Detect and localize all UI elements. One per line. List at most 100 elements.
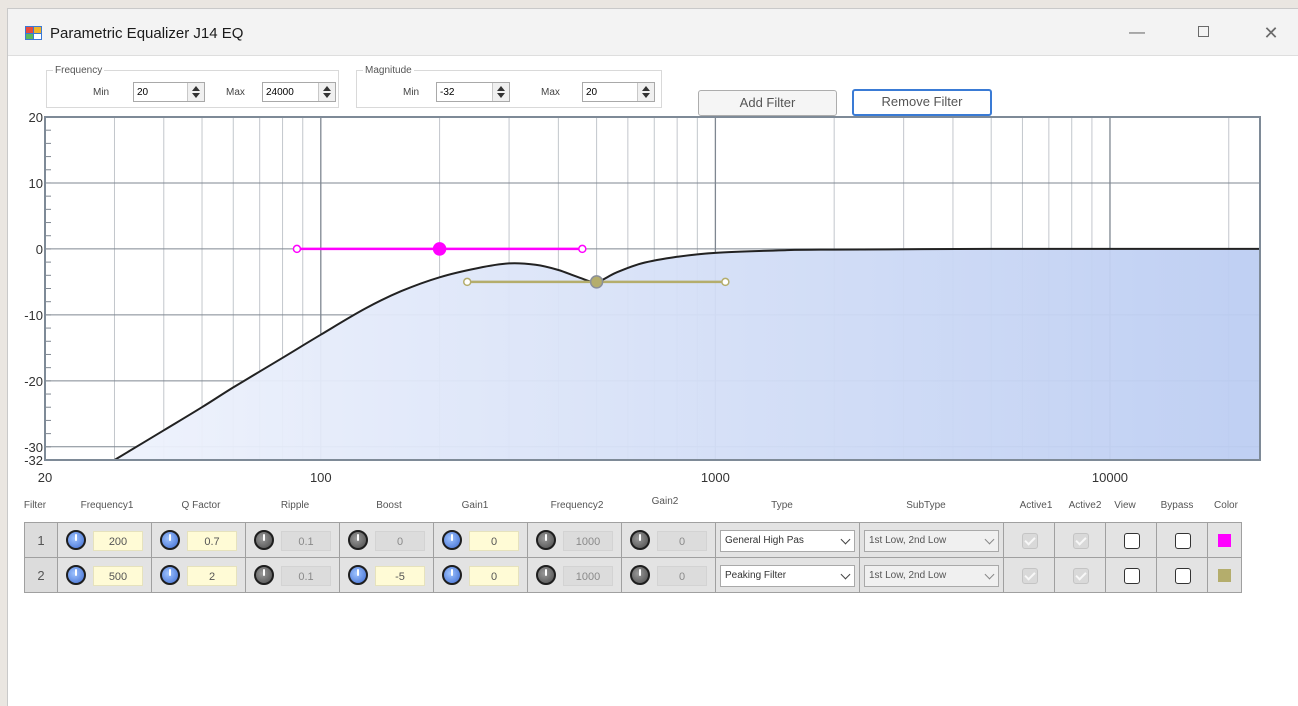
knob-icon[interactable] bbox=[160, 530, 180, 550]
x-tick-label: 20 bbox=[38, 470, 52, 485]
q-factor-value[interactable]: 0.7 bbox=[187, 531, 237, 551]
view-checkbox[interactable] bbox=[1124, 533, 1140, 549]
type-select[interactable]: General High Pas bbox=[720, 530, 855, 552]
active1-cell bbox=[1003, 557, 1055, 593]
boost-cell[interactable]: -5 bbox=[339, 557, 434, 593]
knob-icon[interactable] bbox=[348, 565, 368, 585]
active2-cell bbox=[1054, 557, 1106, 593]
y-tick-label: 10 bbox=[29, 176, 43, 191]
gain2-cell: 0 bbox=[621, 522, 716, 558]
color-swatch[interactable] bbox=[1218, 534, 1231, 547]
active1-checkbox bbox=[1022, 568, 1038, 584]
col-header-color: Color bbox=[1214, 500, 1238, 511]
gain1-value[interactable]: 0 bbox=[469, 566, 519, 586]
table-row[interactable]: 2 500 2 0.1 -5 0 1000 0 Peaking Filter 1… bbox=[24, 557, 1242, 593]
type-cell[interactable]: Peaking Filter bbox=[715, 557, 860, 593]
boost-value: 0 bbox=[375, 531, 425, 551]
frequency2-value: 1000 bbox=[563, 531, 613, 551]
knob-icon bbox=[630, 530, 650, 550]
frequency1-cell[interactable]: 500 bbox=[57, 557, 152, 593]
ripple-cell: 0.1 bbox=[245, 557, 340, 593]
col-header-boost: Boost bbox=[376, 500, 402, 511]
row-number: 2 bbox=[24, 557, 58, 593]
active2-checkbox bbox=[1073, 568, 1089, 584]
col-header-gain1: Gain1 bbox=[461, 500, 489, 511]
frequency2-cell: 1000 bbox=[527, 522, 622, 558]
bypass-checkbox[interactable] bbox=[1175, 533, 1191, 549]
y-tick-label: -32 bbox=[24, 453, 43, 468]
subtype-select-value: 1st Low, 2nd Low bbox=[869, 570, 947, 581]
knob-icon bbox=[348, 530, 368, 550]
active1-checkbox bbox=[1022, 533, 1038, 549]
gain2-cell: 0 bbox=[621, 557, 716, 593]
color-cell[interactable] bbox=[1207, 522, 1242, 558]
y-tick-label: -20 bbox=[24, 374, 43, 389]
q-factor-cell[interactable]: 0.7 bbox=[151, 522, 246, 558]
table-row[interactable]: 1 200 0.7 0.1 0 0 1000 0 General High Pa… bbox=[24, 522, 1242, 558]
knob-icon[interactable] bbox=[66, 530, 86, 550]
color-cell[interactable] bbox=[1207, 557, 1242, 593]
subtype-select: 1st Low, 2nd Low bbox=[864, 565, 999, 587]
color-swatch[interactable] bbox=[1218, 569, 1231, 582]
type-select[interactable]: Peaking Filter bbox=[720, 565, 855, 587]
knob-icon[interactable] bbox=[442, 565, 462, 585]
bandwidth-handle bbox=[721, 277, 730, 287]
boost-cell: 0 bbox=[339, 522, 434, 558]
boost-value[interactable]: -5 bbox=[375, 566, 425, 586]
subtype-select: 1st Low, 2nd Low bbox=[864, 530, 999, 552]
q-factor-cell[interactable]: 2 bbox=[151, 557, 246, 593]
frequency2-value: 1000 bbox=[563, 566, 613, 586]
app-window: Parametric Equalizer J14 EQ — ✕ Frequenc… bbox=[7, 8, 1298, 706]
gain1-cell[interactable]: 0 bbox=[433, 557, 528, 593]
col-header-type: Type bbox=[771, 500, 793, 511]
knob-icon[interactable] bbox=[442, 530, 462, 550]
gain2-value: 0 bbox=[657, 566, 707, 586]
col-header-subtype: SubType bbox=[906, 500, 946, 511]
col-header-ripple: Ripple bbox=[280, 500, 310, 511]
gain1-value[interactable]: 0 bbox=[469, 531, 519, 551]
x-tick-label: 10000 bbox=[1092, 470, 1128, 485]
filter-center-handle bbox=[432, 242, 447, 256]
row-number: 1 bbox=[24, 522, 58, 558]
subtype-select-value: 1st Low, 2nd Low bbox=[869, 535, 947, 546]
view-cell[interactable] bbox=[1105, 557, 1157, 593]
eq-chart[interactable]: 20100-10-20-30-3220 100 1000 10000 bbox=[8, 9, 1298, 489]
chevron-down-icon bbox=[984, 534, 995, 545]
chevron-down-icon bbox=[840, 534, 851, 545]
active1-cell bbox=[1003, 522, 1055, 558]
view-cell[interactable] bbox=[1105, 522, 1157, 558]
bypass-checkbox[interactable] bbox=[1175, 568, 1191, 584]
q-factor-value[interactable]: 2 bbox=[187, 566, 237, 586]
active2-checkbox bbox=[1073, 533, 1089, 549]
frequency1-value[interactable]: 200 bbox=[93, 531, 143, 551]
type-select-value: General High Pas bbox=[725, 535, 804, 546]
subtype-cell: 1st Low, 2nd Low bbox=[859, 522, 1004, 558]
filter-table: 1 200 0.7 0.1 0 0 1000 0 General High Pa… bbox=[24, 522, 1242, 593]
chevron-down-icon bbox=[984, 569, 995, 580]
bypass-cell[interactable] bbox=[1156, 522, 1208, 558]
col-header-active1: Active1 bbox=[1019, 500, 1053, 511]
col-header-frequency1: Frequency1 bbox=[80, 500, 134, 511]
knob-icon bbox=[630, 565, 650, 585]
knob-icon[interactable] bbox=[66, 565, 86, 585]
ripple-value: 0.1 bbox=[281, 531, 331, 551]
bandwidth-handle bbox=[292, 244, 302, 254]
ripple-cell: 0.1 bbox=[245, 522, 340, 558]
frequency2-cell: 1000 bbox=[527, 557, 622, 593]
bypass-cell[interactable] bbox=[1156, 557, 1208, 593]
view-checkbox[interactable] bbox=[1124, 568, 1140, 584]
frequency1-value[interactable]: 500 bbox=[93, 566, 143, 586]
knob-icon bbox=[536, 530, 556, 550]
knob-icon[interactable] bbox=[160, 565, 180, 585]
gain1-cell[interactable]: 0 bbox=[433, 522, 528, 558]
frequency1-cell[interactable]: 200 bbox=[57, 522, 152, 558]
col-header-filter: Filter bbox=[23, 500, 47, 511]
col-header-active2: Active2 bbox=[1068, 500, 1102, 511]
y-tick-label: -10 bbox=[24, 308, 43, 323]
col-header-bypass: Bypass bbox=[1160, 500, 1194, 511]
subtype-cell: 1st Low, 2nd Low bbox=[859, 557, 1004, 593]
chevron-down-icon bbox=[840, 569, 851, 580]
col-header-q-factor: Q Factor bbox=[181, 500, 221, 511]
y-tick-label: 0 bbox=[36, 242, 43, 257]
type-cell[interactable]: General High Pas bbox=[715, 522, 860, 558]
